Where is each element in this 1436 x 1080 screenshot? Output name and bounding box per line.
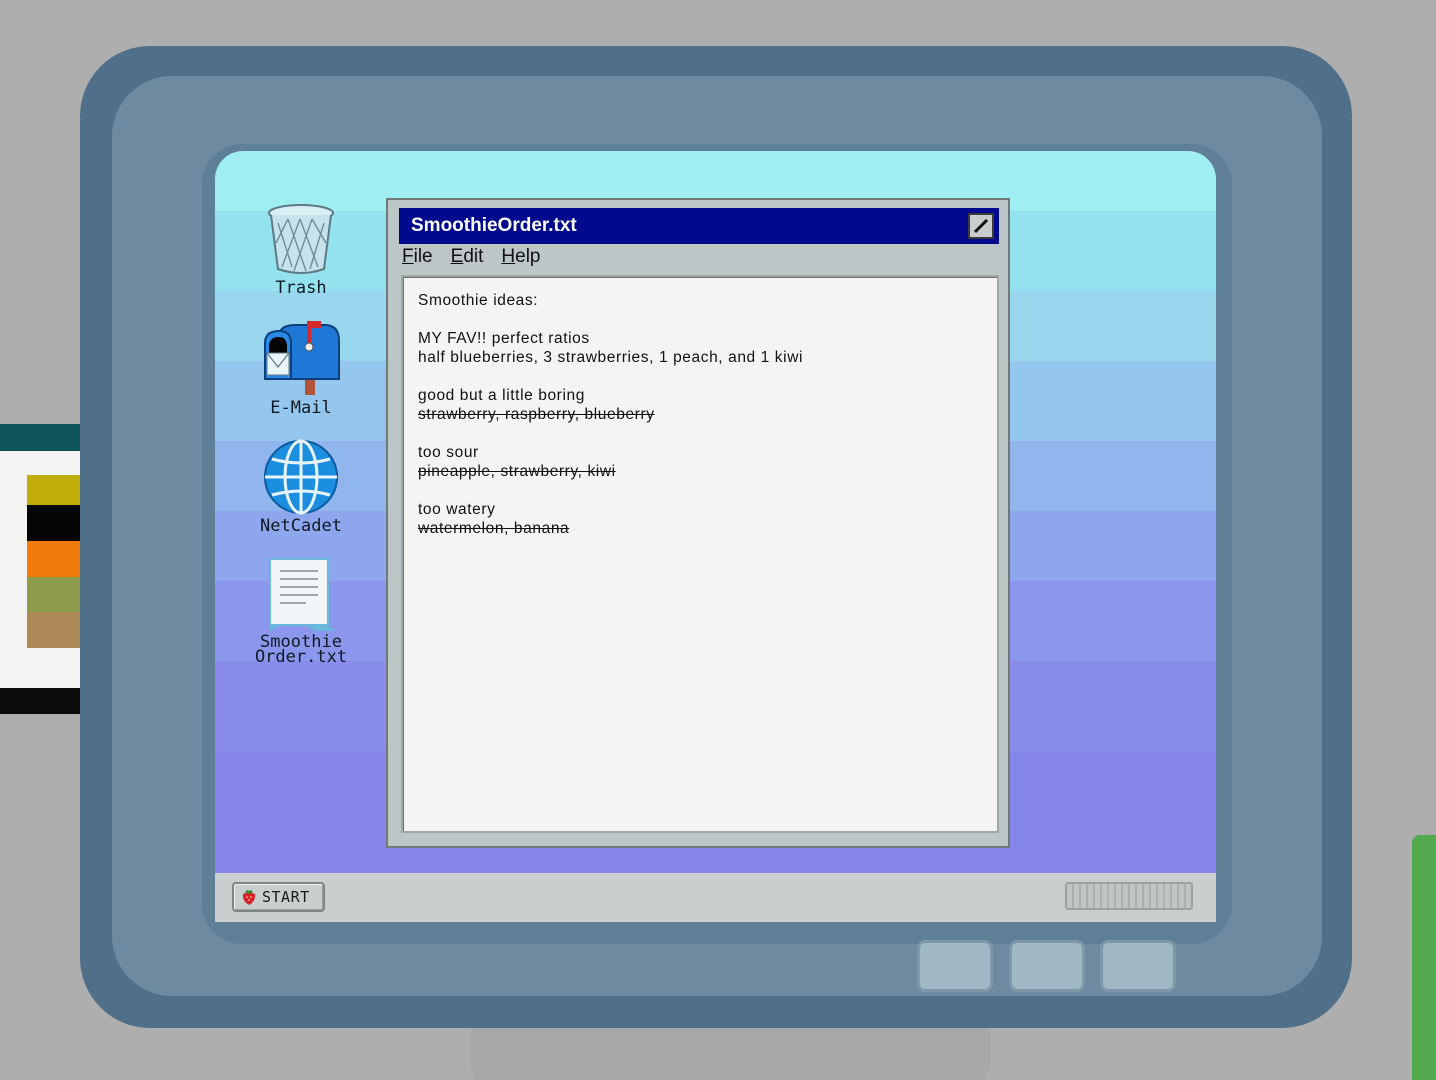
- text-line: watermelon, banana: [418, 520, 570, 537]
- background-poster: [0, 424, 80, 714]
- menu-bar: File Edit Help: [402, 246, 540, 272]
- strawberry-icon: [242, 890, 256, 905]
- desktop-icon-trash[interactable]: Trash: [246, 203, 356, 298]
- pencil-icon: [973, 218, 989, 234]
- edit-pencil-button[interactable]: [968, 213, 994, 239]
- color-swatch: [27, 505, 80, 541]
- text-line: too watery: [418, 501, 496, 518]
- desktop-icon-email[interactable]: E-Mail: [246, 321, 356, 418]
- text-editor-area[interactable]: Smoothie ideas: MY FAV!! perfect ratios …: [401, 275, 999, 833]
- mailbox-icon: [264, 321, 340, 395]
- menu-help-label: elp: [515, 246, 541, 267]
- color-swatch: [27, 577, 80, 612]
- text-line: pineapple, strawberry, kiwi: [418, 463, 616, 480]
- color-swatch: [27, 475, 80, 505]
- document-icon: [269, 558, 336, 631]
- text-line: too sour: [418, 444, 479, 461]
- desktop-icon-label: Trash: [275, 278, 327, 298]
- taskbar: START: [215, 873, 1216, 922]
- poster-top-band: [0, 424, 80, 451]
- desktop-icon-netcadet[interactable]: NetCadet: [246, 439, 356, 536]
- text-line: [418, 367, 982, 386]
- text-line: strawberry, raspberry, blueberry: [418, 406, 655, 423]
- window-title: SmoothieOrder.txt: [411, 215, 577, 236]
- menu-file-label: ile: [413, 246, 433, 267]
- menu-file-mnemonic: F: [402, 246, 414, 267]
- text-line: good but a little boring: [418, 387, 585, 404]
- desktop-icon-label: NetCadet: [260, 516, 342, 536]
- trash-icon: [268, 204, 334, 274]
- menu-help[interactable]: Help: [501, 246, 540, 272]
- desktop-icon-label-line2: Order.txt: [254, 647, 348, 667]
- text-line: half blueberries, 3 strawberries, 1 peac…: [418, 349, 804, 366]
- menu-edit-mnemonic: E: [450, 246, 464, 267]
- background-green-object: [1412, 835, 1436, 1080]
- poster-body: [0, 451, 80, 689]
- poster-bottom-band: [0, 688, 80, 714]
- color-swatch: [27, 541, 80, 577]
- start-button-label: START: [262, 888, 310, 906]
- menu-file[interactable]: File: [402, 246, 433, 272]
- start-button[interactable]: START: [232, 882, 325, 912]
- desktop-icon-smoothie-order[interactable]: Smoothie Order.txt: [246, 557, 356, 667]
- text-line: Smoothie ideas:: [418, 292, 539, 309]
- notepad-window: SmoothieOrder.txt File Edit Help Smoothi…: [386, 198, 1010, 848]
- text-line: [418, 424, 982, 443]
- menu-edit-label: dit: [463, 246, 484, 267]
- color-swatch: [27, 612, 80, 648]
- text-line: MY FAV!! perfect ratios: [418, 330, 590, 347]
- menu-edit[interactable]: Edit: [451, 246, 484, 272]
- desktop-icon-label: E-Mail: [270, 398, 332, 418]
- globe-icon: [264, 439, 338, 515]
- text-line: [418, 310, 982, 329]
- monitor-button-2[interactable]: [1009, 940, 1085, 992]
- window-titlebar[interactable]: SmoothieOrder.txt: [399, 208, 999, 244]
- monitor-button-1[interactable]: [917, 940, 993, 992]
- system-tray: [1065, 882, 1193, 910]
- monitor-button-3[interactable]: [1100, 940, 1176, 992]
- menu-help-mnemonic: H: [501, 246, 516, 267]
- text-line: [418, 481, 982, 500]
